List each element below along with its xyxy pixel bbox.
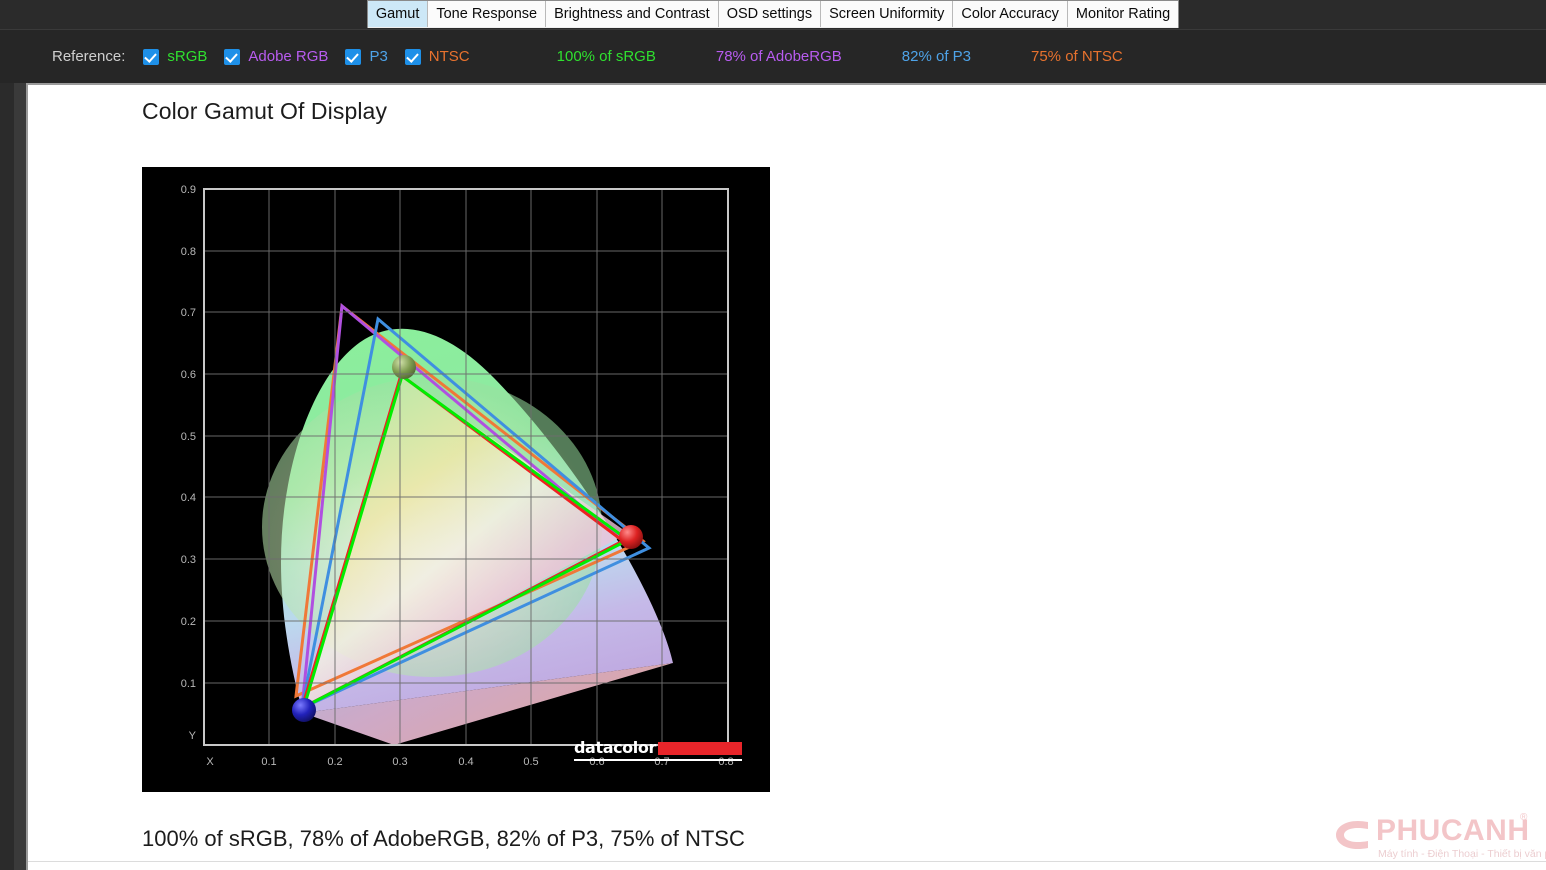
reference-label: Reference:	[52, 48, 126, 65]
green-primary-marker	[392, 355, 416, 379]
y-tick-0.3: 0.3	[181, 554, 196, 566]
x-tick-0.5: 0.5	[523, 756, 538, 768]
checkbox-icon[interactable]	[404, 48, 421, 65]
registered-icon: ®	[1520, 812, 1528, 823]
tab-tone-response[interactable]: Tone Response	[428, 1, 547, 27]
x-tick-0.2: 0.2	[327, 756, 342, 768]
x-tick-0.3: 0.3	[392, 756, 407, 768]
tab-color-accuracy[interactable]: Color Accuracy	[953, 1, 1068, 27]
checkbox-icon[interactable]	[143, 48, 160, 65]
x-tick-0.4: 0.4	[458, 756, 473, 768]
app-root: Gamut Tone Response Brightness and Contr…	[0, 0, 1546, 870]
datacolor-logo: datacolor	[574, 738, 744, 764]
blue-primary-marker	[292, 698, 316, 722]
y-tick-0.1: 0.1	[181, 678, 196, 690]
tab-list: Gamut Tone Response Brightness and Contr…	[366, 0, 1180, 28]
content-panel: Color Gamut Of Display 0.9 0.8 0.7 0.6 0…	[26, 83, 1546, 870]
reference-name: sRGB	[167, 48, 208, 65]
coverage-adobergb: 78% of AdobeRGB	[715, 48, 842, 65]
tab-monitor-rating[interactable]: Monitor Rating	[1067, 1, 1179, 27]
phucanh-brand: PHUCANH	[1376, 814, 1530, 847]
y-tick-0.5: 0.5	[181, 431, 196, 443]
reference-toggle-p3[interactable]: P3	[345, 48, 388, 65]
datacolor-red-bar	[658, 742, 742, 755]
reference-toggle-srgb[interactable]: sRGB	[143, 48, 207, 65]
gamut-chart-svg: 0.9 0.8 0.7 0.6 0.5 0.4 0.3 0.2 0.1 Y X …	[142, 167, 770, 792]
datacolor-underline	[574, 759, 742, 761]
scroll-gutter	[14, 83, 26, 870]
x-tick-0.1: 0.1	[261, 756, 276, 768]
gamut-chart: 0.9 0.8 0.7 0.6 0.5 0.4 0.3 0.2 0.1 Y X …	[142, 167, 770, 792]
checkbox-icon[interactable]	[224, 48, 241, 65]
coverage-srgb: 100% of sRGB	[556, 48, 656, 65]
datacolor-wordmark: datacolor	[574, 738, 656, 757]
page-title: Color Gamut Of Display	[142, 98, 388, 124]
tab-label: Tone Response	[436, 6, 538, 22]
y-tick-0.6: 0.6	[181, 369, 196, 381]
coverage-p3: 82% of P3	[901, 48, 971, 65]
content-bottom-divider	[28, 861, 1546, 862]
x-axis-label: X	[206, 756, 214, 768]
phucanh-tagline: Máy tính - Điện Thoại - Thiết bị văn phò…	[1378, 848, 1546, 860]
reference-toggle-ntsc[interactable]: NTSC	[404, 48, 470, 65]
red-primary-marker	[619, 525, 643, 549]
reference-bar: Reference: sRGB Adobe RGB P3 NTSC 100% o…	[0, 29, 1546, 83]
y-tick-0.8: 0.8	[181, 246, 196, 258]
phucanh-watermark: PHUCANH ® Máy tính - Điện Thoại - Thiết …	[1334, 808, 1546, 866]
tab-label: OSD settings	[726, 6, 813, 22]
tab-label: Color Accuracy	[961, 6, 1059, 22]
checkbox-icon[interactable]	[345, 48, 362, 65]
y-tick-0.2: 0.2	[181, 616, 196, 628]
tab-strip: Gamut Tone Response Brightness and Contr…	[0, 0, 1546, 29]
y-tick-0.7: 0.7	[181, 307, 196, 319]
window-frame-left	[0, 83, 26, 870]
tab-brightness-and-contrast[interactable]: Brightness and Contrast	[546, 1, 719, 27]
reference-name: Adobe RGB	[248, 48, 329, 65]
coverage-summary: 100% of sRGB 78% of AdobeRGB 82% of P3 7…	[557, 48, 1183, 65]
y-tick-0.4: 0.4	[181, 492, 196, 504]
tab-label: Monitor Rating	[1075, 6, 1171, 22]
phucanh-logo-icon	[1336, 820, 1368, 850]
tab-gamut[interactable]: Gamut	[367, 1, 429, 27]
y-axis-label: Y	[189, 730, 197, 742]
y-tick-0.9: 0.9	[181, 184, 196, 196]
tab-label: Screen Uniformity	[829, 6, 945, 22]
coverage-ntsc: 75% of NTSC	[1031, 48, 1123, 65]
reference-name: P3	[369, 48, 388, 65]
tab-label: Gamut	[375, 6, 420, 22]
gamut-coverage-caption: 100% of sRGB, 78% of AdobeRGB, 82% of P3…	[142, 826, 745, 851]
reference-toggle-adobe-rgb[interactable]: Adobe RGB	[224, 48, 328, 65]
tab-osd-settings[interactable]: OSD settings	[718, 1, 822, 27]
reference-name: NTSC	[428, 48, 470, 65]
tab-screen-uniformity[interactable]: Screen Uniformity	[821, 1, 954, 27]
tab-label: Brightness and Contrast	[554, 6, 710, 22]
